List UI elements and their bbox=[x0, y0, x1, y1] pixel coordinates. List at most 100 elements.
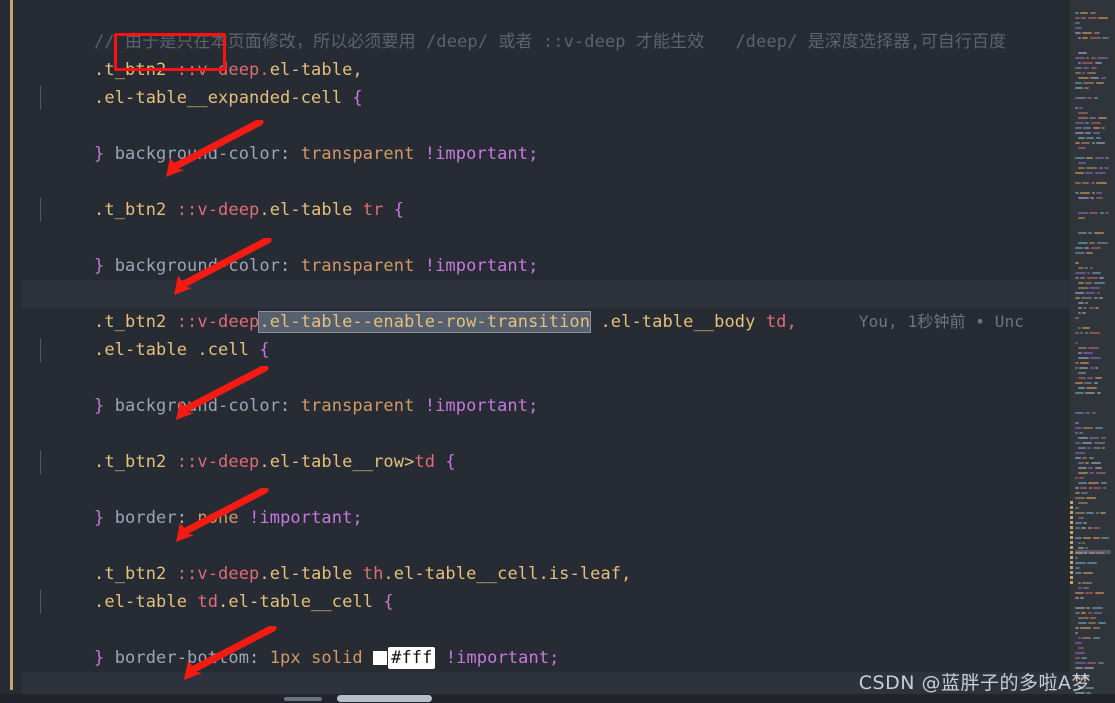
minimap-row bbox=[1070, 395, 1115, 399]
code-line[interactable]: } bbox=[22, 224, 1070, 276]
minimap-row bbox=[1070, 135, 1115, 149]
minimap-row bbox=[1070, 60, 1115, 74]
code-line[interactable]: background-color: transparent !important… bbox=[22, 196, 1070, 276]
minimap-row bbox=[1070, 345, 1115, 359]
code-line[interactable]: } bbox=[22, 112, 1070, 164]
minimap-row bbox=[1070, 600, 1115, 614]
minimap-row bbox=[1070, 445, 1115, 459]
horizontal-scrollbar-track[interactable] bbox=[22, 695, 1070, 703]
minimap-row bbox=[1070, 605, 1115, 619]
code-line[interactable]: } bbox=[22, 616, 1070, 668]
code-line[interactable]: } bbox=[22, 476, 1070, 528]
minimap-change-marker bbox=[1070, 525, 1073, 529]
minimap-row bbox=[1070, 180, 1115, 194]
minimap-row bbox=[1070, 375, 1115, 389]
minimap-row bbox=[1070, 270, 1115, 284]
code-line[interactable]: border-bottom: 1px solid #fff !important… bbox=[22, 588, 1070, 669]
code-editor-screenshot: // 由于是只在本页面修改，所以必须要用 /deep/ 或者 ::v-deep … bbox=[0, 0, 1115, 703]
csdn-watermark: CSDN @蓝胖子的多啦A梦 bbox=[858, 672, 1091, 694]
minimap-row bbox=[1070, 640, 1115, 654]
code-line-active[interactable]: .t_btn2 ::v-deep.el-table--enable-row-tr… bbox=[22, 280, 1070, 333]
minimap-row bbox=[1070, 80, 1115, 84]
minimap-row bbox=[1070, 120, 1115, 134]
code-line[interactable]: .el-table td.el-table__cell { bbox=[22, 560, 1070, 612]
code-line[interactable]: .el-table__expanded-cell { bbox=[22, 56, 1070, 108]
minimap-row bbox=[1070, 475, 1115, 489]
minimap-row bbox=[1070, 55, 1115, 69]
git-modified-indicator[interactable] bbox=[10, 0, 13, 690]
minimap-selection-band bbox=[1075, 550, 1111, 554]
minimap-change-marker bbox=[1070, 575, 1073, 579]
indent-guide bbox=[40, 198, 41, 222]
minimap-row bbox=[1070, 235, 1115, 249]
minimap-rows bbox=[1070, 0, 1115, 699]
minimap-row bbox=[1070, 255, 1115, 269]
code-line[interactable]: // 由于是只在本页面修改，所以必须要用 /deep/ 或者 ::v-deep … bbox=[22, 0, 1070, 52]
minimap-row bbox=[1070, 275, 1115, 289]
minimap-row bbox=[1070, 525, 1115, 539]
minimap-row bbox=[1070, 210, 1115, 214]
minimap-row bbox=[1070, 625, 1115, 639]
code-content[interactable]: // 由于是只在本页面修改，所以必须要用 /deep/ 或者 ::v-deep … bbox=[22, 0, 1070, 703]
minimap-row bbox=[1070, 365, 1115, 379]
code-line-blank[interactable] bbox=[22, 504, 1070, 532]
minimap-row bbox=[1070, 220, 1115, 234]
minimap-change-marker bbox=[1070, 515, 1073, 519]
code-line[interactable]: background-color: transparent !important… bbox=[22, 84, 1070, 164]
minimap-row bbox=[1070, 570, 1115, 584]
minimap-row bbox=[1070, 465, 1115, 479]
minimap-row bbox=[1070, 295, 1115, 309]
minimap-row bbox=[1070, 25, 1115, 39]
minimap-row bbox=[1070, 40, 1115, 54]
code-line[interactable]: border: none !important; bbox=[22, 448, 1070, 528]
code-line[interactable]: .t_btn2 ::v-deep.el-table tr { bbox=[22, 168, 1070, 220]
minimap-row bbox=[1070, 420, 1115, 434]
minimap-row bbox=[1070, 335, 1115, 349]
minimap-row bbox=[1070, 360, 1115, 374]
minimap-row bbox=[1070, 130, 1115, 144]
code-line-blank[interactable] bbox=[22, 140, 1070, 168]
minimap-row bbox=[1070, 325, 1115, 329]
minimap-row bbox=[1070, 5, 1115, 19]
minimap-row bbox=[1070, 290, 1115, 304]
minimap-row bbox=[1070, 20, 1115, 34]
minimap-change-marker bbox=[1070, 565, 1073, 569]
minimap-row bbox=[1070, 115, 1115, 129]
indent-guide bbox=[40, 338, 41, 362]
minimap[interactable] bbox=[1070, 0, 1115, 703]
minimap-row bbox=[1070, 50, 1115, 64]
minimap-row bbox=[1070, 645, 1115, 659]
code-line[interactable]: } bbox=[22, 364, 1070, 416]
minimap-row bbox=[1070, 510, 1115, 524]
minimap-row bbox=[1070, 380, 1115, 394]
minimap-row bbox=[1070, 160, 1115, 174]
minimap-row bbox=[1070, 215, 1115, 219]
minimap-row bbox=[1070, 565, 1115, 569]
minimap-row bbox=[1070, 85, 1115, 99]
code-line-blank[interactable] bbox=[22, 392, 1070, 420]
code-line[interactable]: .t_btn2 ::v-deep.el-table th.el-table__c… bbox=[22, 532, 1070, 584]
minimap-row bbox=[1070, 230, 1115, 244]
minimap-row bbox=[1070, 430, 1115, 444]
horizontal-scrollbar-thumb[interactable] bbox=[337, 695, 432, 702]
minimap-row bbox=[1070, 265, 1115, 279]
minimap-row bbox=[1070, 650, 1115, 664]
minimap-change-marker bbox=[1070, 510, 1073, 514]
code-line[interactable]: .t_btn2 ::v-deep.el-table, bbox=[22, 28, 1070, 80]
code-line[interactable]: .t_btn2 ::v-deep.el-table__row>td { bbox=[22, 420, 1070, 472]
minimap-row bbox=[1070, 460, 1115, 474]
minimap-row bbox=[1070, 575, 1115, 589]
minimap-row bbox=[1070, 590, 1115, 594]
code-line[interactable]: .el-table .cell { bbox=[22, 308, 1070, 360]
minimap-row bbox=[1070, 190, 1115, 194]
minimap-row bbox=[1070, 170, 1115, 184]
minimap-row bbox=[1070, 390, 1115, 394]
code-line[interactable]: background-color: transparent !important… bbox=[22, 336, 1070, 416]
code-line-blank[interactable] bbox=[22, 252, 1070, 280]
horizontal-scrollbar-secondary[interactable] bbox=[284, 697, 322, 701]
minimap-row bbox=[1070, 65, 1115, 79]
editor-gutter bbox=[0, 0, 22, 703]
minimap-row bbox=[1070, 585, 1115, 599]
minimap-row bbox=[1070, 480, 1115, 494]
minimap-change-marker bbox=[1070, 545, 1073, 549]
